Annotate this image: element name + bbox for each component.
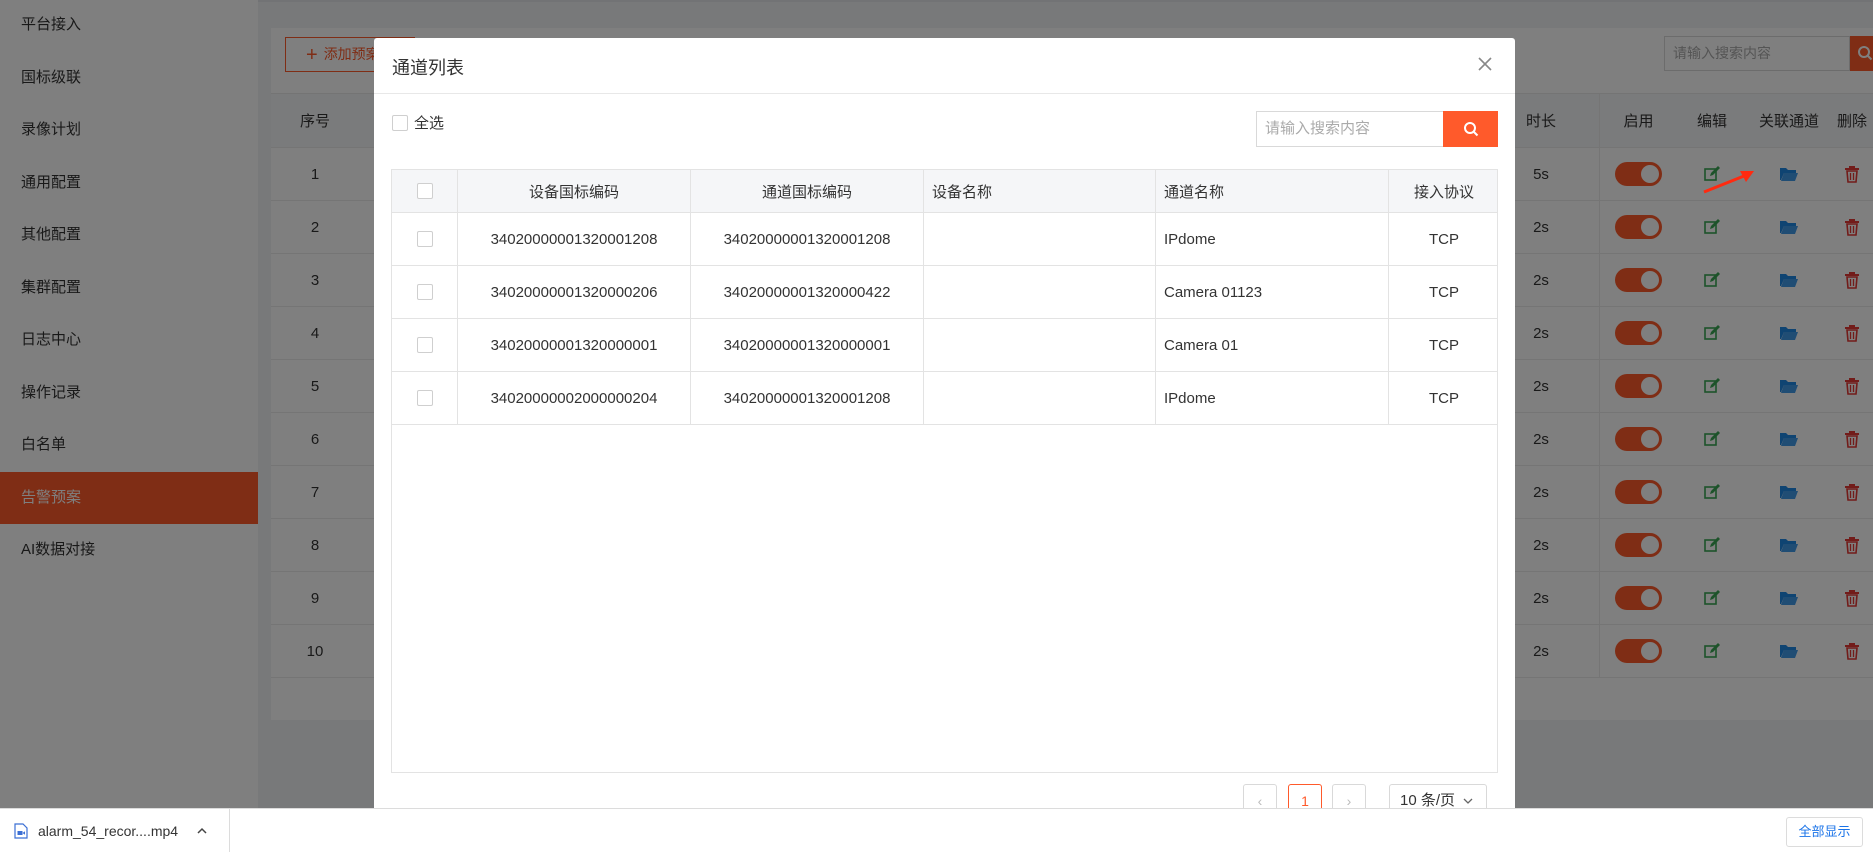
device-gb-code: 34020000001320001208 (458, 213, 691, 265)
channel-name: IPdome (1156, 372, 1389, 424)
dialog-search-input[interactable]: 请输入搜索内容 (1256, 111, 1444, 147)
row-checkbox[interactable] (416, 231, 433, 247)
show-all-downloads-button[interactable]: 全部显示 (1786, 817, 1863, 847)
col-device-gb-code: 设备国标编码 (458, 170, 691, 212)
device-gb-code: 34020000002000000204 (458, 372, 691, 424)
close-button[interactable] (1471, 50, 1499, 78)
channel-name: Camera 01 (1156, 319, 1389, 371)
channel-list-dialog: 通道列表 全选 请输入搜索内容 设备国标编码 通道国标编码 设备名称 通道名称 … (374, 38, 1515, 808)
select-all-checkbox[interactable]: 全选 (392, 112, 444, 133)
protocol: TCP (1429, 389, 1459, 407)
row-checkbox-cell[interactable] (392, 372, 458, 424)
download-item[interactable]: alarm_54_recor....mp4 (0, 809, 230, 852)
red-arrow-annotation (1703, 171, 1754, 194)
device-name (924, 213, 1156, 265)
device-gb-code: 34020000001320000206 (458, 266, 691, 318)
channel-row[interactable]: 34020000001320000206 34020000001320000422… (392, 266, 1497, 319)
dialog-search-button[interactable] (1443, 111, 1498, 147)
search-icon (1463, 122, 1478, 137)
channel-gb-code: 34020000001320001208 (691, 213, 924, 265)
col-channel-gb-code: 通道国标编码 (691, 170, 924, 212)
channel-table-header: 设备国标编码 通道国标编码 设备名称 通道名称 接入协议 (392, 170, 1497, 213)
download-file-name: alarm_54_recor....mp4 (38, 823, 179, 839)
col-protocol: 接入协议 (1413, 183, 1474, 201)
pagination-next-button[interactable]: › (1332, 784, 1366, 808)
row-checkbox[interactable] (416, 337, 433, 353)
protocol: TCP (1429, 336, 1459, 354)
header-checkbox-cell[interactable] (392, 170, 458, 212)
select-all-label: 全选 (414, 115, 445, 132)
chevron-up-icon[interactable] (195, 824, 209, 838)
page-size-select[interactable]: 10 条/页 (1389, 784, 1487, 808)
dialog-title: 通道列表 (392, 58, 464, 78)
row-checkbox[interactable] (416, 284, 433, 300)
row-checkbox-cell[interactable] (392, 266, 458, 318)
channel-table-body: 34020000001320001208 34020000001320001208… (392, 213, 1497, 425)
row-checkbox[interactable] (416, 390, 433, 406)
device-name (924, 319, 1156, 371)
channel-gb-code: 34020000001320000001 (691, 319, 924, 371)
channel-name: IPdome (1156, 213, 1389, 265)
chevron-down-icon (1463, 798, 1473, 804)
device-name (924, 266, 1156, 318)
close-icon (1478, 57, 1492, 71)
pagination-page-1[interactable]: 1 (1288, 784, 1322, 808)
download-bar: alarm_54_recor....mp4 全部显示 (0, 808, 1873, 852)
row-checkbox-cell[interactable] (392, 213, 458, 265)
col-device-name: 设备名称 (924, 170, 1156, 212)
pagination-prev-button[interactable]: ‹ (1243, 784, 1277, 808)
channel-gb-code: 34020000001320000422 (691, 266, 924, 318)
device-name (924, 372, 1156, 424)
channel-row[interactable]: 34020000001320001208 34020000001320001208… (392, 213, 1497, 266)
channel-row[interactable]: 34020000001320000001 34020000001320000001… (392, 319, 1497, 372)
protocol: TCP (1429, 230, 1459, 248)
checkbox-icon (392, 114, 408, 131)
row-checkbox-cell[interactable] (392, 319, 458, 371)
page-size-value: 10 条/页 (1400, 792, 1456, 808)
header-checkbox[interactable] (416, 183, 433, 199)
channel-row[interactable]: 34020000002000000204 34020000001320001208… (392, 372, 1497, 425)
protocol: TCP (1429, 283, 1459, 301)
channel-gb-code: 34020000001320001208 (691, 372, 924, 424)
dialog-header: 通道列表 (374, 38, 1515, 94)
channel-table: 设备国标编码 通道国标编码 设备名称 通道名称 接入协议 34020000001… (391, 169, 1498, 773)
video-file-icon (14, 823, 28, 839)
col-channel-name: 通道名称 (1156, 170, 1389, 212)
channel-name: Camera 01123 (1156, 266, 1389, 318)
device-gb-code: 34020000001320000001 (458, 319, 691, 371)
